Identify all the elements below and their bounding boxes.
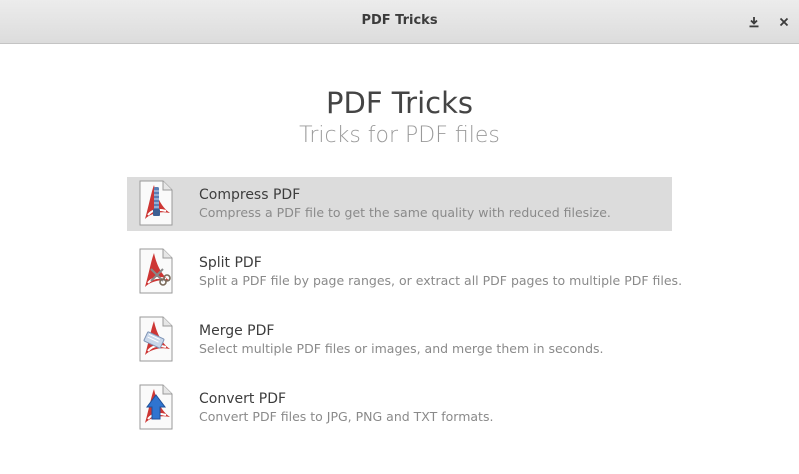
tool-description: Compress a PDF file to get the same qual… xyxy=(199,205,611,220)
pdf-compress-icon xyxy=(139,180,173,226)
tool-description: Split a PDF file by page ranges, or extr… xyxy=(199,273,683,288)
tool-name: Split PDF xyxy=(199,255,262,271)
tool-name: Merge PDF xyxy=(199,323,275,339)
download-button[interactable] xyxy=(743,11,765,33)
page-subtitle: Tricks for PDF files xyxy=(299,123,500,148)
tool-name: Compress PDF xyxy=(199,187,301,203)
pdf-merge-icon xyxy=(139,316,173,362)
page-title: PDF Tricks xyxy=(326,86,473,120)
download-icon xyxy=(749,17,759,28)
pdf-split-icon xyxy=(139,248,173,294)
tool-description: Select multiple PDF files or images, and… xyxy=(199,341,604,356)
title-bar: PDF Tricks xyxy=(0,0,799,44)
tool-name: Convert PDF xyxy=(199,391,287,407)
window-title: PDF Tricks xyxy=(361,13,438,28)
tool-compress-pdf[interactable]: Compress PDF Compress a PDF file to get … xyxy=(127,177,672,231)
close-button[interactable] xyxy=(773,11,795,33)
app-window: PDF Tricks PDF Tricks Tricks for PDF fil… xyxy=(0,0,799,474)
tool-convert-pdf[interactable]: Convert PDF Convert PDF files to JPG, PN… xyxy=(127,381,672,435)
pdf-convert-icon xyxy=(139,384,173,430)
tool-list: Compress PDF Compress a PDF file to get … xyxy=(127,177,682,449)
close-icon xyxy=(779,17,789,27)
tool-merge-pdf[interactable]: Merge PDF Select multiple PDF files or i… xyxy=(127,313,672,367)
tool-description: Convert PDF files to JPG, PNG and TXT fo… xyxy=(199,409,494,424)
tool-split-pdf[interactable]: Split PDF Split a PDF file by page range… xyxy=(127,245,682,299)
